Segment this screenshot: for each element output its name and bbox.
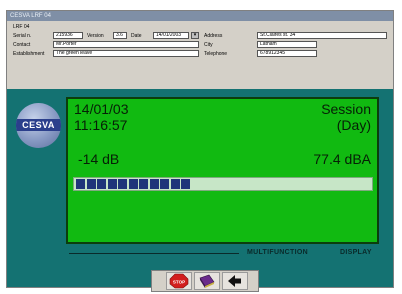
address-field[interactable]: St.Claires st. 34 [257, 32, 387, 39]
display-time: 11:16:57 [74, 117, 128, 133]
logo-text: CESVA [22, 120, 55, 130]
level-bar-segment [86, 179, 96, 189]
level-bar [73, 177, 373, 191]
establishment-field[interactable]: The green leave [53, 50, 199, 57]
level-bar-segment [181, 179, 190, 189]
arrow-left-icon [228, 275, 241, 287]
telephone-label: Telephone [204, 51, 228, 57]
db-offset: -14 dB [78, 151, 120, 167]
level-bar-segment [160, 179, 169, 189]
window-title: CESVA LRF 04 [7, 11, 393, 21]
city-field[interactable]: Latham [257, 41, 317, 48]
book-button[interactable] [194, 272, 220, 290]
exit-button[interactable] [222, 272, 248, 290]
stop-button[interactable]: STOP [166, 272, 192, 290]
level-bar-segment [128, 179, 138, 189]
display-label: DISPLAY [340, 249, 372, 256]
serial-label: Serial n. [13, 33, 32, 39]
cesva-logo: CESVA [16, 103, 61, 148]
model-label: LRF 04 [13, 24, 30, 30]
display-period: (Day) [336, 117, 371, 133]
stop-text: STOP [173, 279, 185, 284]
serial-field[interactable]: 215936 [53, 32, 83, 39]
date-field[interactable]: 14/01/2003 [153, 32, 189, 39]
level-bar-segment [149, 179, 159, 189]
version-label: Version [87, 33, 104, 39]
level-bar-segment [139, 179, 148, 189]
contact-field[interactable]: Mr.Porter [53, 41, 199, 48]
level-bar-segment [76, 179, 85, 189]
app-window: CESVA LRF 04 LRF 04 Serial n. 215936 Ver… [6, 10, 394, 292]
calendar-icon[interactable]: ▾ [191, 32, 199, 39]
divider-line [69, 253, 239, 254]
establishment-label: Establishment [13, 51, 45, 57]
multifunction-display: 14/01/03 11:16:57 Session (Day) -14 dB 7… [66, 97, 379, 244]
city-label: City [204, 42, 213, 48]
multifunction-label: MULTIFUNCTION [247, 249, 308, 256]
device-info-panel: LRF 04 Serial n. 215936 Version 3.6 Date… [7, 21, 393, 89]
stop-icon: STOP [169, 273, 189, 289]
contact-label: Contact [13, 42, 31, 48]
display-date: 14/01/03 [74, 101, 129, 117]
level-readout: 77.4 dBA [313, 151, 371, 167]
display-mode: Session [321, 101, 371, 117]
button-bar: STOP [151, 270, 259, 292]
meter-panel: CESVA 14/01/03 11:16:57 Session (Day) -1… [7, 89, 393, 292]
level-bar-segment [97, 179, 106, 189]
address-label: Address [204, 33, 223, 39]
book-icon [199, 274, 215, 288]
version-field[interactable]: 3.6 [113, 32, 127, 39]
date-label: Date [131, 33, 142, 39]
level-bar-segment [107, 179, 117, 189]
level-bar-segment [118, 179, 127, 189]
level-bar-segment [170, 179, 180, 189]
telephone-field[interactable]: 678912345 [257, 50, 317, 57]
